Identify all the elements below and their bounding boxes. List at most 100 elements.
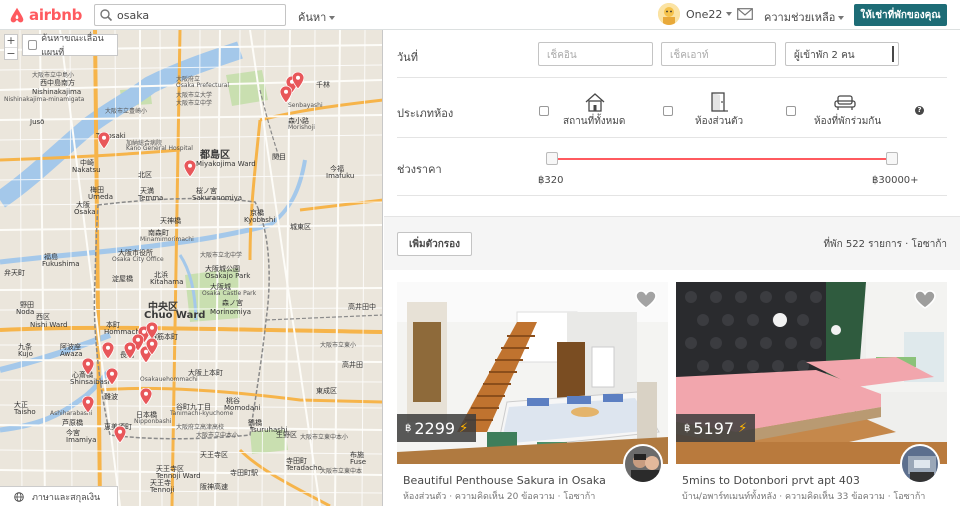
listing-pin[interactable] [114, 426, 126, 443]
map-label: Kitahama [150, 278, 184, 286]
listing-price-tag: ฿ 2299 ⚡ [397, 414, 477, 442]
map-label: Morishoji [288, 124, 315, 131]
entire-place-checkbox[interactable] [539, 106, 549, 116]
map-label: Nipponbashi [134, 418, 172, 425]
price-range-label: ช่วงราคา [397, 163, 442, 176]
listing-price-tag: ฿ 5197 ⚡ [676, 414, 756, 442]
results-toolbar: เพิ่มตัวกรอง ที่พัก 522 รายการ · โอซาก้า [384, 216, 960, 270]
listing-pin[interactable] [280, 86, 292, 103]
listing-pin[interactable] [140, 388, 152, 405]
map-label: 芦原橋 [62, 419, 83, 427]
listing-card[interactable]: ฿ 5197 ⚡ 5mins to Dotonbori prvt apt 403… [676, 282, 947, 506]
private-room-checkbox[interactable] [663, 106, 673, 116]
listing-pin[interactable] [98, 132, 110, 149]
room-type-entire-place[interactable]: สถานที่ทั้งหมด [539, 92, 639, 128]
map-label: 大阪市立東中本小 [300, 434, 349, 441]
map-zoom-control: + − [4, 34, 18, 60]
map-label: 大阪市立東小 [320, 342, 357, 349]
listing-pin[interactable] [184, 160, 196, 177]
wishlist-heart-icon[interactable] [914, 290, 936, 310]
map-panel[interactable]: 大阪市立中島小 Nishinakajima 西中島南方 Nishinakajim… [0, 30, 383, 506]
currency-symbol: ฿ [405, 422, 412, 434]
search-as-map-moves-toggle[interactable]: ค้นหาขณะเลื่อนแผนที่ [22, 34, 118, 58]
room-type-private-room[interactable]: ห้องส่วนตัว [663, 92, 763, 128]
user-menu[interactable]: One22 [658, 3, 733, 25]
more-filters-button[interactable]: เพิ่มตัวกรอง [397, 232, 472, 256]
map-label: 都島区 [200, 150, 230, 161]
zoom-out-button[interactable]: − [5, 47, 17, 59]
listing-pin[interactable] [82, 358, 94, 375]
map-label: Kyobashi [244, 216, 276, 224]
host-your-space-button[interactable]: ให้เช่าที่พักของคุณ [854, 4, 947, 26]
map-label: Osakajo Park [205, 272, 251, 280]
map-label: Temma [138, 194, 164, 202]
host-avatar[interactable] [900, 444, 940, 484]
language-currency-label: ภาษาและสกุลเงิน [32, 492, 101, 503]
map-label: 城東区 [290, 223, 311, 231]
map-label: 西中島南方 [40, 79, 75, 87]
chevron-down-icon [838, 16, 845, 20]
price-max-value: ฿30000+ [872, 175, 919, 186]
map-label: Tanimachi-kyuchome [170, 410, 234, 417]
listing-pin[interactable] [146, 322, 158, 339]
map-label: Kano General Hospital [126, 145, 193, 152]
price-max-handle[interactable] [886, 152, 898, 165]
listing-pin[interactable] [292, 72, 304, 89]
listing-pin[interactable] [82, 396, 94, 413]
currency-symbol: ฿ [684, 422, 691, 434]
search-icon [100, 9, 113, 22]
checkin-field[interactable]: เช็คอิน [538, 42, 653, 66]
chevron-down-icon [726, 12, 733, 16]
room-type-label: ประเภทห้อง [397, 107, 454, 120]
checkout-field[interactable]: เช็คเอาท์ [661, 42, 776, 66]
price-min-handle[interactable] [546, 152, 558, 165]
listing-pin[interactable] [124, 342, 136, 359]
map-label: 大阪市立豊崎小 [105, 108, 148, 115]
zoom-in-button[interactable]: + [5, 35, 17, 47]
airbnb-logo[interactable]: airbnb [8, 6, 90, 24]
listing-price: 5197 [693, 418, 735, 438]
instant-book-icon: ⚡ [459, 420, 469, 436]
location-search-input[interactable] [117, 8, 277, 22]
globe-icon [14, 491, 24, 502]
wishlist-heart-icon[interactable] [635, 290, 657, 310]
listing-card[interactable]: ฿ 2299 ⚡ Beautiful Penthouse Sakura in O… [397, 282, 668, 506]
map-label: Miyakojima Ward [196, 160, 256, 168]
room-type-shared-room[interactable]: ห้องที่พักร่วมกัน [786, 92, 896, 128]
map-label: Tennoji Ward [156, 472, 201, 480]
map-label: Umeda [88, 193, 113, 201]
map-label: Nishinakajima [32, 88, 82, 96]
map-label: 高井田 [342, 361, 363, 369]
user-avatar [658, 3, 680, 25]
map-label: Awaza [60, 350, 83, 358]
envelope-icon[interactable] [737, 8, 753, 20]
map-label: Tennoji [150, 486, 175, 494]
room-type-help-icon[interactable]: ? [915, 106, 924, 115]
listing-subtitle: บ้าน/อพาร์ทเมนท์ทั้งหลัง · ความคิดเห็น 3… [682, 492, 926, 502]
map-label: Osaka Prefectural [176, 82, 230, 89]
listing-pin[interactable] [106, 368, 118, 385]
price-slider-track[interactable] [552, 158, 892, 160]
house-icon [585, 93, 605, 112]
location-search-field[interactable] [94, 4, 286, 26]
listing-title[interactable]: Beautiful Penthouse Sakura in Osaka [403, 474, 606, 487]
map-label: Osaka City Office [112, 256, 164, 263]
user-name: One22 [686, 7, 723, 21]
price-filter-row: ช่วงราคา ฿320 ฿30000+ [397, 138, 947, 196]
map-label: 天王寺区 [200, 451, 228, 459]
host-avatar[interactable] [623, 444, 663, 484]
listing-pin[interactable] [146, 338, 158, 355]
map-label: Osakauehommachi [140, 376, 198, 383]
map-label: Nishinakajima-minamigata [4, 96, 85, 103]
listing-title[interactable]: 5mins to Dotonbori prvt apt 403 [682, 474, 860, 487]
map-label: 大阪市立北中学 [200, 252, 243, 259]
filters-panel: วันที่ เช็คอิน เช็คเอาท์ ผู้เข้าพัก 2 คน… [384, 30, 960, 196]
language-currency-button[interactable]: ภาษาและสกุลเงิน [0, 486, 118, 506]
guests-select[interactable]: ผู้เข้าพัก 2 คน [785, 42, 899, 66]
help-menu[interactable]: ความช่วยเหลือ [764, 8, 845, 26]
shared-room-checkbox[interactable] [786, 106, 796, 116]
listing-pin[interactable] [102, 342, 114, 359]
search-as-map-moves-checkbox[interactable] [28, 40, 38, 50]
search-dropdown[interactable]: ค้นหา [298, 8, 336, 26]
map-label: Taisho [14, 408, 36, 416]
